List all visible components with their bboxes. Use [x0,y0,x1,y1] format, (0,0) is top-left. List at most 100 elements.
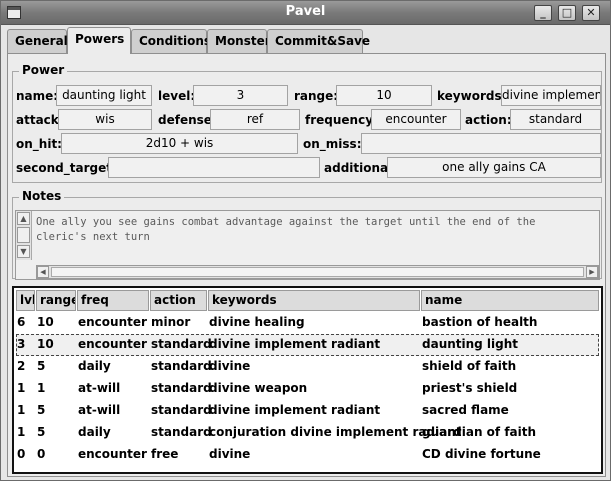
frequency-field[interactable]: encounter [371,109,461,130]
table-row[interactable]: 0 0 encounter free divine CD divine fort… [16,444,599,466]
additional-field[interactable]: one ally gains CA [387,157,601,178]
cell-action: minor [151,315,191,329]
powers-table[interactable]: lvl range freq action keywords name 6 10… [12,286,603,474]
scroll-up-arrow-icon[interactable]: ▲ [17,212,30,225]
name-field[interactable]: daunting light [56,85,152,106]
table-row[interactable]: 1 1 at-will standard divine weapon pries… [16,378,599,400]
cell-freq: encounter [78,315,147,329]
notes-textarea[interactable]: ▲ ▼ One ally you see gains combat advant… [15,210,600,280]
horizontal-scroll-thumb[interactable] [51,267,584,277]
cell-lvl: 2 [17,359,26,373]
cell-range: 10 [37,315,54,329]
defense-field[interactable]: ref [210,109,300,130]
cell-range: 5 [37,403,46,417]
cell-keywords: divine weapon [209,381,308,395]
column-header-keywords[interactable]: keywords [208,290,420,311]
cell-lvl: 1 [17,425,26,439]
table-row[interactable]: 1 5 daily standard conjuration divine im… [16,422,599,444]
column-header-freq[interactable]: freq [77,290,149,311]
column-header-name[interactable]: name [421,290,599,311]
column-header-lvl[interactable]: lvl [16,290,35,311]
cell-lvl: 6 [17,315,26,329]
on-miss-label: on_miss: [303,137,362,151]
table-row-selected[interactable]: 3 10 encounter standard divine implement… [16,334,599,356]
tab-general[interactable]: General [7,29,68,53]
table-row[interactable]: 6 10 encounter minor divine healing bast… [16,312,599,334]
cell-name: bastion of health [422,315,538,329]
cell-freq: encounter [78,337,147,351]
cell-keywords: divine [209,447,251,461]
column-header-action[interactable]: action [150,290,207,311]
cell-freq: encounter [78,447,147,461]
notes-legend: Notes [19,189,65,203]
name-label: name: [16,89,59,103]
title-bar[interactable]: Pavel _ □ ✕ [1,1,610,25]
cell-action: standard [151,359,212,373]
window-title: Pavel [285,4,326,19]
tab-commit-save[interactable]: Commit&Save [267,29,370,53]
cell-freq: at-will [78,381,121,395]
cell-keywords: divine implement radiant [209,337,381,351]
cell-name: sacred flame [422,403,509,417]
range-field[interactable]: 10 [336,85,432,106]
close-button[interactable]: ✕ [582,5,600,21]
action-label: action: [465,113,512,127]
table-row[interactable]: 1 5 at-will standard divine implement ra… [16,400,599,422]
powers-panel: Power name: daunting light level: 3 rang… [7,53,606,477]
defense-label: defense: [158,113,217,127]
cell-action: free [151,447,179,461]
power-group: Power name: daunting light level: 3 rang… [12,63,602,183]
app-window: Pavel _ □ ✕ General Powers Conditions Mo… [0,0,611,481]
cell-lvl: 1 [17,381,26,395]
cell-name: shield of faith [422,359,517,373]
action-field[interactable]: standard [510,109,601,130]
cell-action: standard [151,381,212,395]
cell-keywords: divine [209,359,251,373]
notes-vertical-scrollbar[interactable]: ▲ ▼ [16,211,32,260]
cell-lvl: 3 [17,337,26,351]
on-miss-field[interactable] [361,133,601,154]
level-field[interactable]: 3 [193,85,288,106]
scroll-left-arrow-icon[interactable]: ◀ [37,266,49,278]
notes-horizontal-scrollbar[interactable]: ◀ ▶ [36,265,599,279]
notes-line-1: One ally you see gains combat advantage … [36,216,536,228]
notes-group: Notes ▲ ▼ One ally you see gains combat … [12,189,602,280]
level-label: level: [158,89,196,103]
tab-powers[interactable]: Powers [67,27,131,54]
cell-freq: at-will [78,403,121,417]
cell-range: 0 [37,447,46,461]
scroll-thumb[interactable] [17,227,30,243]
tab-conditions[interactable]: Conditions [131,29,211,53]
cell-lvl: 1 [17,403,26,417]
scroll-right-arrow-icon[interactable]: ▶ [586,266,598,278]
notes-text: One ally you see gains combat advantage … [36,215,596,245]
cell-range: 5 [37,425,46,439]
keywords-field[interactable]: divine implement [501,85,601,106]
cell-action: standard [151,403,212,417]
cell-freq: daily [78,425,111,439]
cell-lvl: 0 [17,447,26,461]
cell-range: 1 [37,381,46,395]
keywords-label: keywords: [437,89,507,103]
second-target-label: second_target: [16,161,117,175]
attack-label: attack: [16,113,64,127]
column-header-range[interactable]: range [36,290,76,311]
on-hit-label: on_hit: [16,137,62,151]
cell-name: daunting light [422,337,519,351]
second-target-field[interactable] [108,157,320,178]
on-hit-field[interactable]: 2d10 + wis [61,133,298,154]
minimize-button[interactable]: _ [534,5,552,21]
cell-range: 5 [37,359,46,373]
table-row[interactable]: 2 5 daily standard divine shield of fait… [16,356,599,378]
cell-name: priest's shield [422,381,518,395]
cell-action: standard [151,337,212,351]
notes-line-2: cleric's next turn [36,231,150,243]
cell-freq: daily [78,359,111,373]
range-label: range: [294,89,339,103]
scroll-down-arrow-icon[interactable]: ▼ [17,245,30,258]
cell-keywords: divine implement radiant [209,403,381,417]
maximize-button[interactable]: □ [558,5,576,21]
attack-field[interactable]: wis [58,109,152,130]
tab-monster[interactable]: Monster [207,29,271,53]
cell-range: 10 [37,337,54,351]
